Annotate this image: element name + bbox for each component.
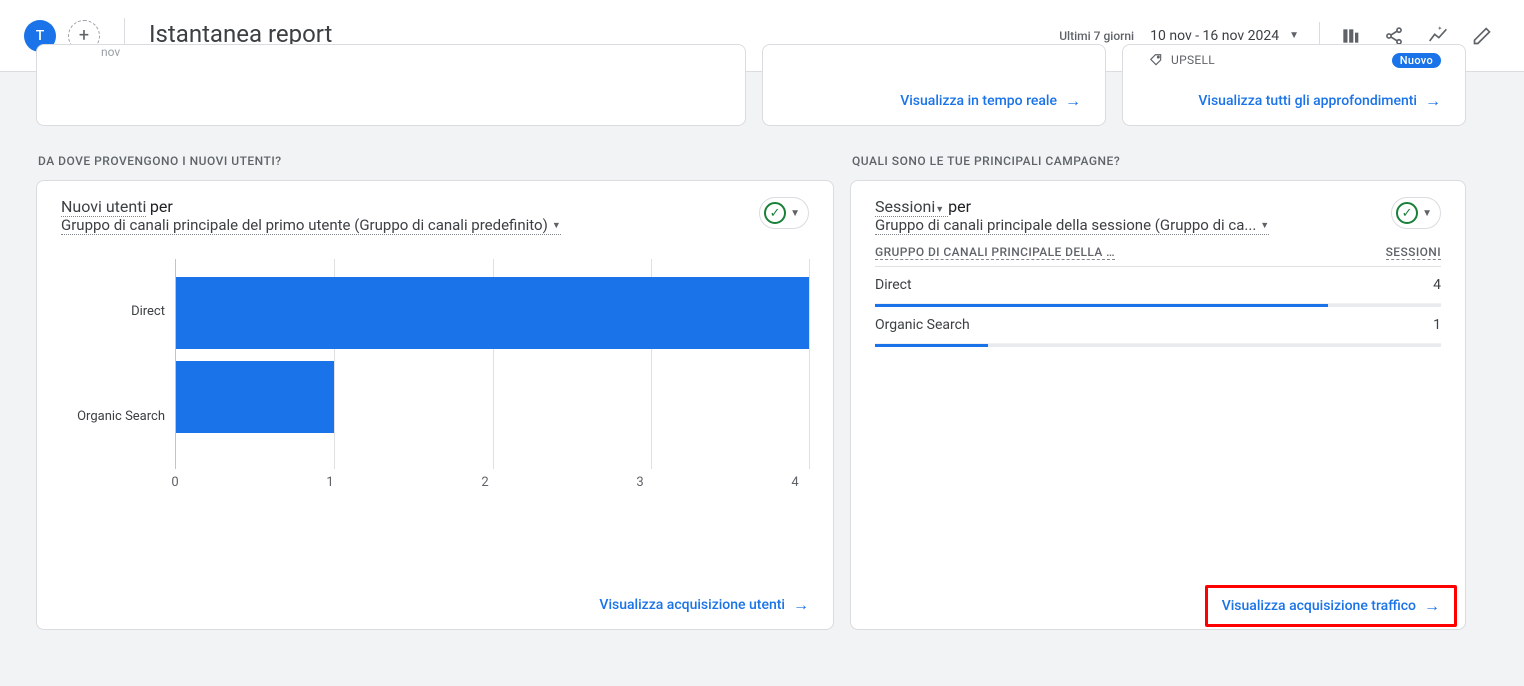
chevron-down-icon: ▼	[1260, 220, 1269, 231]
progress-bar	[875, 344, 1441, 347]
progress-fill	[875, 344, 988, 347]
section-title-users-source: DA DOVE PROVENGONO I NUOVI UTENTI?	[38, 154, 834, 168]
card-realtime: Visualizza in tempo reale →	[762, 44, 1106, 126]
table-row[interactable]: Direct 4	[875, 267, 1441, 304]
card-top-left: nov	[36, 44, 746, 126]
view-realtime-link[interactable]: Visualizza in tempo reale →	[900, 91, 1081, 111]
view-user-acquisition-link[interactable]: Visualizza acquisizione utenti →	[599, 595, 809, 615]
check-circle-icon: ✓	[1396, 202, 1418, 224]
view-traffic-acquisition-link[interactable]: Visualizza acquisizione traffico →	[1222, 596, 1440, 616]
col-sessions: SESSIONI	[1386, 245, 1441, 260]
arrow-right-icon: →	[1425, 91, 1441, 111]
month-label: nov	[101, 45, 120, 59]
arrow-right-icon: →	[1424, 596, 1440, 616]
arrow-right-icon: →	[793, 595, 809, 615]
x-tick: 2	[481, 475, 488, 490]
bar	[176, 361, 334, 433]
col-channel: GRUPPO DI CANALI PRINCIPALE DELLA …	[875, 245, 1115, 260]
progress-bar	[875, 304, 1441, 307]
link-label: Visualizza tutti gli approfondimenti	[1198, 93, 1417, 109]
insight-row: UPSELL Nuovo	[1147, 51, 1441, 69]
chevron-down-icon: ▼	[788, 208, 802, 219]
insight-tag-label: UPSELL	[1171, 53, 1215, 67]
cell-channel: Direct	[875, 277, 912, 293]
card-insights: UPSELL Nuovo Visualizza tutti gli approf…	[1122, 44, 1466, 126]
arrow-right-icon: →	[1065, 91, 1081, 111]
progress-fill	[875, 304, 1328, 307]
date-range-value: 10 nov - 16 nov 2024	[1150, 28, 1279, 44]
date-range-label: Ultimi 7 giorni	[1059, 29, 1134, 43]
x-tick: 3	[636, 475, 643, 490]
cell-sessions: 1	[1433, 317, 1441, 333]
x-tick: 1	[326, 475, 333, 490]
metric-selector[interactable]: Nuovi utenti	[61, 197, 146, 217]
cell-channel: Organic Search	[875, 317, 970, 333]
per-label: per	[948, 197, 971, 216]
link-label: Visualizza acquisizione utenti	[599, 597, 785, 613]
bar	[176, 277, 809, 349]
x-tick: 0	[171, 475, 178, 490]
x-tick: 4	[791, 475, 798, 490]
metric-label: Sessioni	[875, 197, 935, 216]
tag-icon	[1145, 53, 1163, 67]
bar-label: Direct	[131, 304, 165, 319]
highlighted-link-box: Visualizza acquisizione traffico →	[1205, 585, 1457, 627]
card-new-users: Nuovi utenti per Gruppo di canali princi…	[36, 180, 834, 630]
link-label: Visualizza acquisizione traffico	[1222, 598, 1416, 614]
status-pill[interactable]: ✓ ▼	[759, 197, 809, 229]
dimension-label: Gruppo di canali principale della sessio…	[875, 216, 1256, 234]
status-pill[interactable]: ✓ ▼	[1391, 197, 1441, 229]
bar-label: Organic Search	[77, 409, 165, 424]
per-label: per	[150, 197, 173, 216]
chevron-down-icon: ▼	[1289, 30, 1299, 41]
chevron-down-icon: ▼	[935, 205, 944, 215]
edit-icon[interactable]	[1464, 18, 1500, 54]
dimension-selector[interactable]: Gruppo di canali principale del primo ut…	[61, 216, 561, 235]
grid-line	[809, 259, 810, 469]
table-row[interactable]: Organic Search 1	[875, 307, 1441, 344]
card-campaigns: Sessioni▼ per Gruppo di canali principal…	[850, 180, 1466, 630]
view-insights-link[interactable]: Visualizza tutti gli approfondimenti →	[1198, 91, 1441, 111]
dimension-label: Gruppo di canali principale del primo ut…	[61, 216, 548, 234]
bar-chart: Direct Organic Search	[61, 259, 809, 469]
table-header: GRUPPO DI CANALI PRINCIPALE DELLA … SESS…	[875, 245, 1441, 267]
dimension-selector[interactable]: Gruppo di canali principale della sessio…	[875, 216, 1269, 235]
metric-selector[interactable]: Sessioni▼	[875, 197, 948, 217]
cell-sessions: 4	[1433, 277, 1441, 293]
chevron-down-icon: ▼	[1420, 208, 1434, 219]
chevron-down-icon: ▼	[552, 220, 561, 231]
link-label: Visualizza in tempo reale	[900, 93, 1057, 109]
plus-icon: +	[79, 25, 89, 46]
new-badge: Nuovo	[1392, 53, 1441, 68]
section-title-campaigns: QUALI SONO LE TUE PRINCIPALI CAMPAGNE?	[852, 154, 1466, 168]
check-circle-icon: ✓	[764, 202, 786, 224]
